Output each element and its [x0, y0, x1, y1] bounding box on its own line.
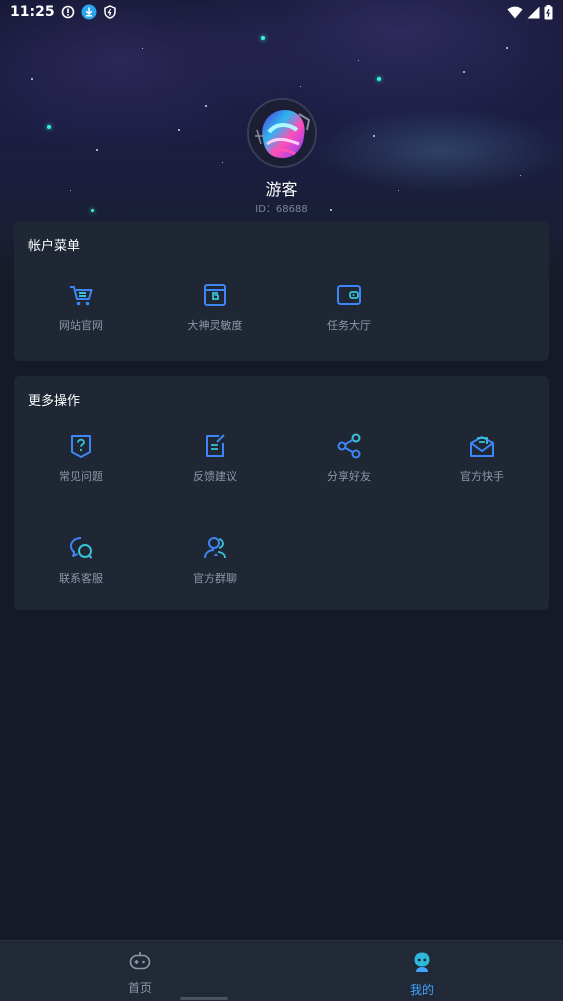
download-icon	[81, 4, 97, 20]
action-item-support[interactable]: 联系客服	[14, 534, 148, 586]
chat-bubbles-icon	[70, 537, 93, 559]
menu-item-label: 任务大厅	[327, 319, 371, 332]
shield-icon	[103, 5, 117, 19]
action-item-label: 常见问题	[59, 470, 103, 483]
edit-note-icon	[206, 434, 225, 457]
wifi-icon	[507, 6, 523, 19]
action-item-feedback[interactable]: 反馈建议	[148, 432, 282, 484]
action-item-label: 分享好友	[327, 470, 371, 483]
tab-mine-label: 我的	[409, 983, 434, 997]
wallet-icon	[337, 285, 361, 305]
account-menu-card: 帐户菜单 网站官网 大神灵敏度 任务大厅	[14, 221, 549, 361]
user-nickname: 游客	[265, 180, 298, 199]
action-item-label: 官方快手	[460, 470, 504, 483]
action-item-label: 反馈建议	[193, 470, 237, 483]
status-bar: 11:25	[0, 0, 563, 24]
menu-item-sensitivity[interactable]: 大神灵敏度	[148, 281, 282, 333]
alert-circle-icon	[61, 5, 75, 19]
user-id: ID：68688	[255, 204, 308, 215]
more-actions-card: 更多操作 常见问题 反馈建议 分享好友 官方快手 联系客服 官方群聊	[14, 376, 549, 610]
tab-mine[interactable]: 我的	[352, 951, 492, 998]
bottom-tab-bar: 首页 我的	[0, 940, 563, 1001]
action-item-kuaishou[interactable]: 官方快手	[415, 432, 549, 484]
action-item-label: 联系客服	[59, 572, 103, 585]
menu-item-task-hall[interactable]: 任务大厅	[282, 281, 416, 333]
more-actions-title: 更多操作	[28, 394, 81, 409]
battery-icon	[544, 4, 553, 20]
cart-icon	[70, 286, 93, 306]
signal-icon	[527, 6, 540, 19]
group-icon	[204, 537, 226, 559]
gamepad-icon	[129, 952, 151, 970]
menu-item-label: 网站官网	[59, 319, 103, 332]
tab-home[interactable]: 首页	[70, 951, 210, 996]
home-indicator	[180, 997, 228, 1000]
account-menu-title: 帐户菜单	[28, 239, 81, 254]
avatar[interactable]	[247, 98, 317, 168]
share-icon	[337, 433, 361, 459]
status-time: 11:25	[10, 4, 55, 20]
profile-mascot-icon	[414, 952, 430, 972]
action-item-group-chat[interactable]: 官方群聊	[148, 534, 282, 586]
menu-item-website[interactable]: 网站官网	[14, 281, 148, 333]
action-item-faq[interactable]: 常见问题	[14, 432, 148, 484]
browser-g-icon	[204, 284, 226, 306]
question-icon	[71, 435, 91, 458]
action-item-label: 官方群聊	[193, 572, 237, 585]
mail-open-icon	[470, 436, 494, 457]
action-item-share[interactable]: 分享好友	[282, 432, 416, 484]
tab-home-label: 首页	[127, 981, 152, 995]
menu-item-label: 大神灵敏度	[187, 319, 243, 332]
